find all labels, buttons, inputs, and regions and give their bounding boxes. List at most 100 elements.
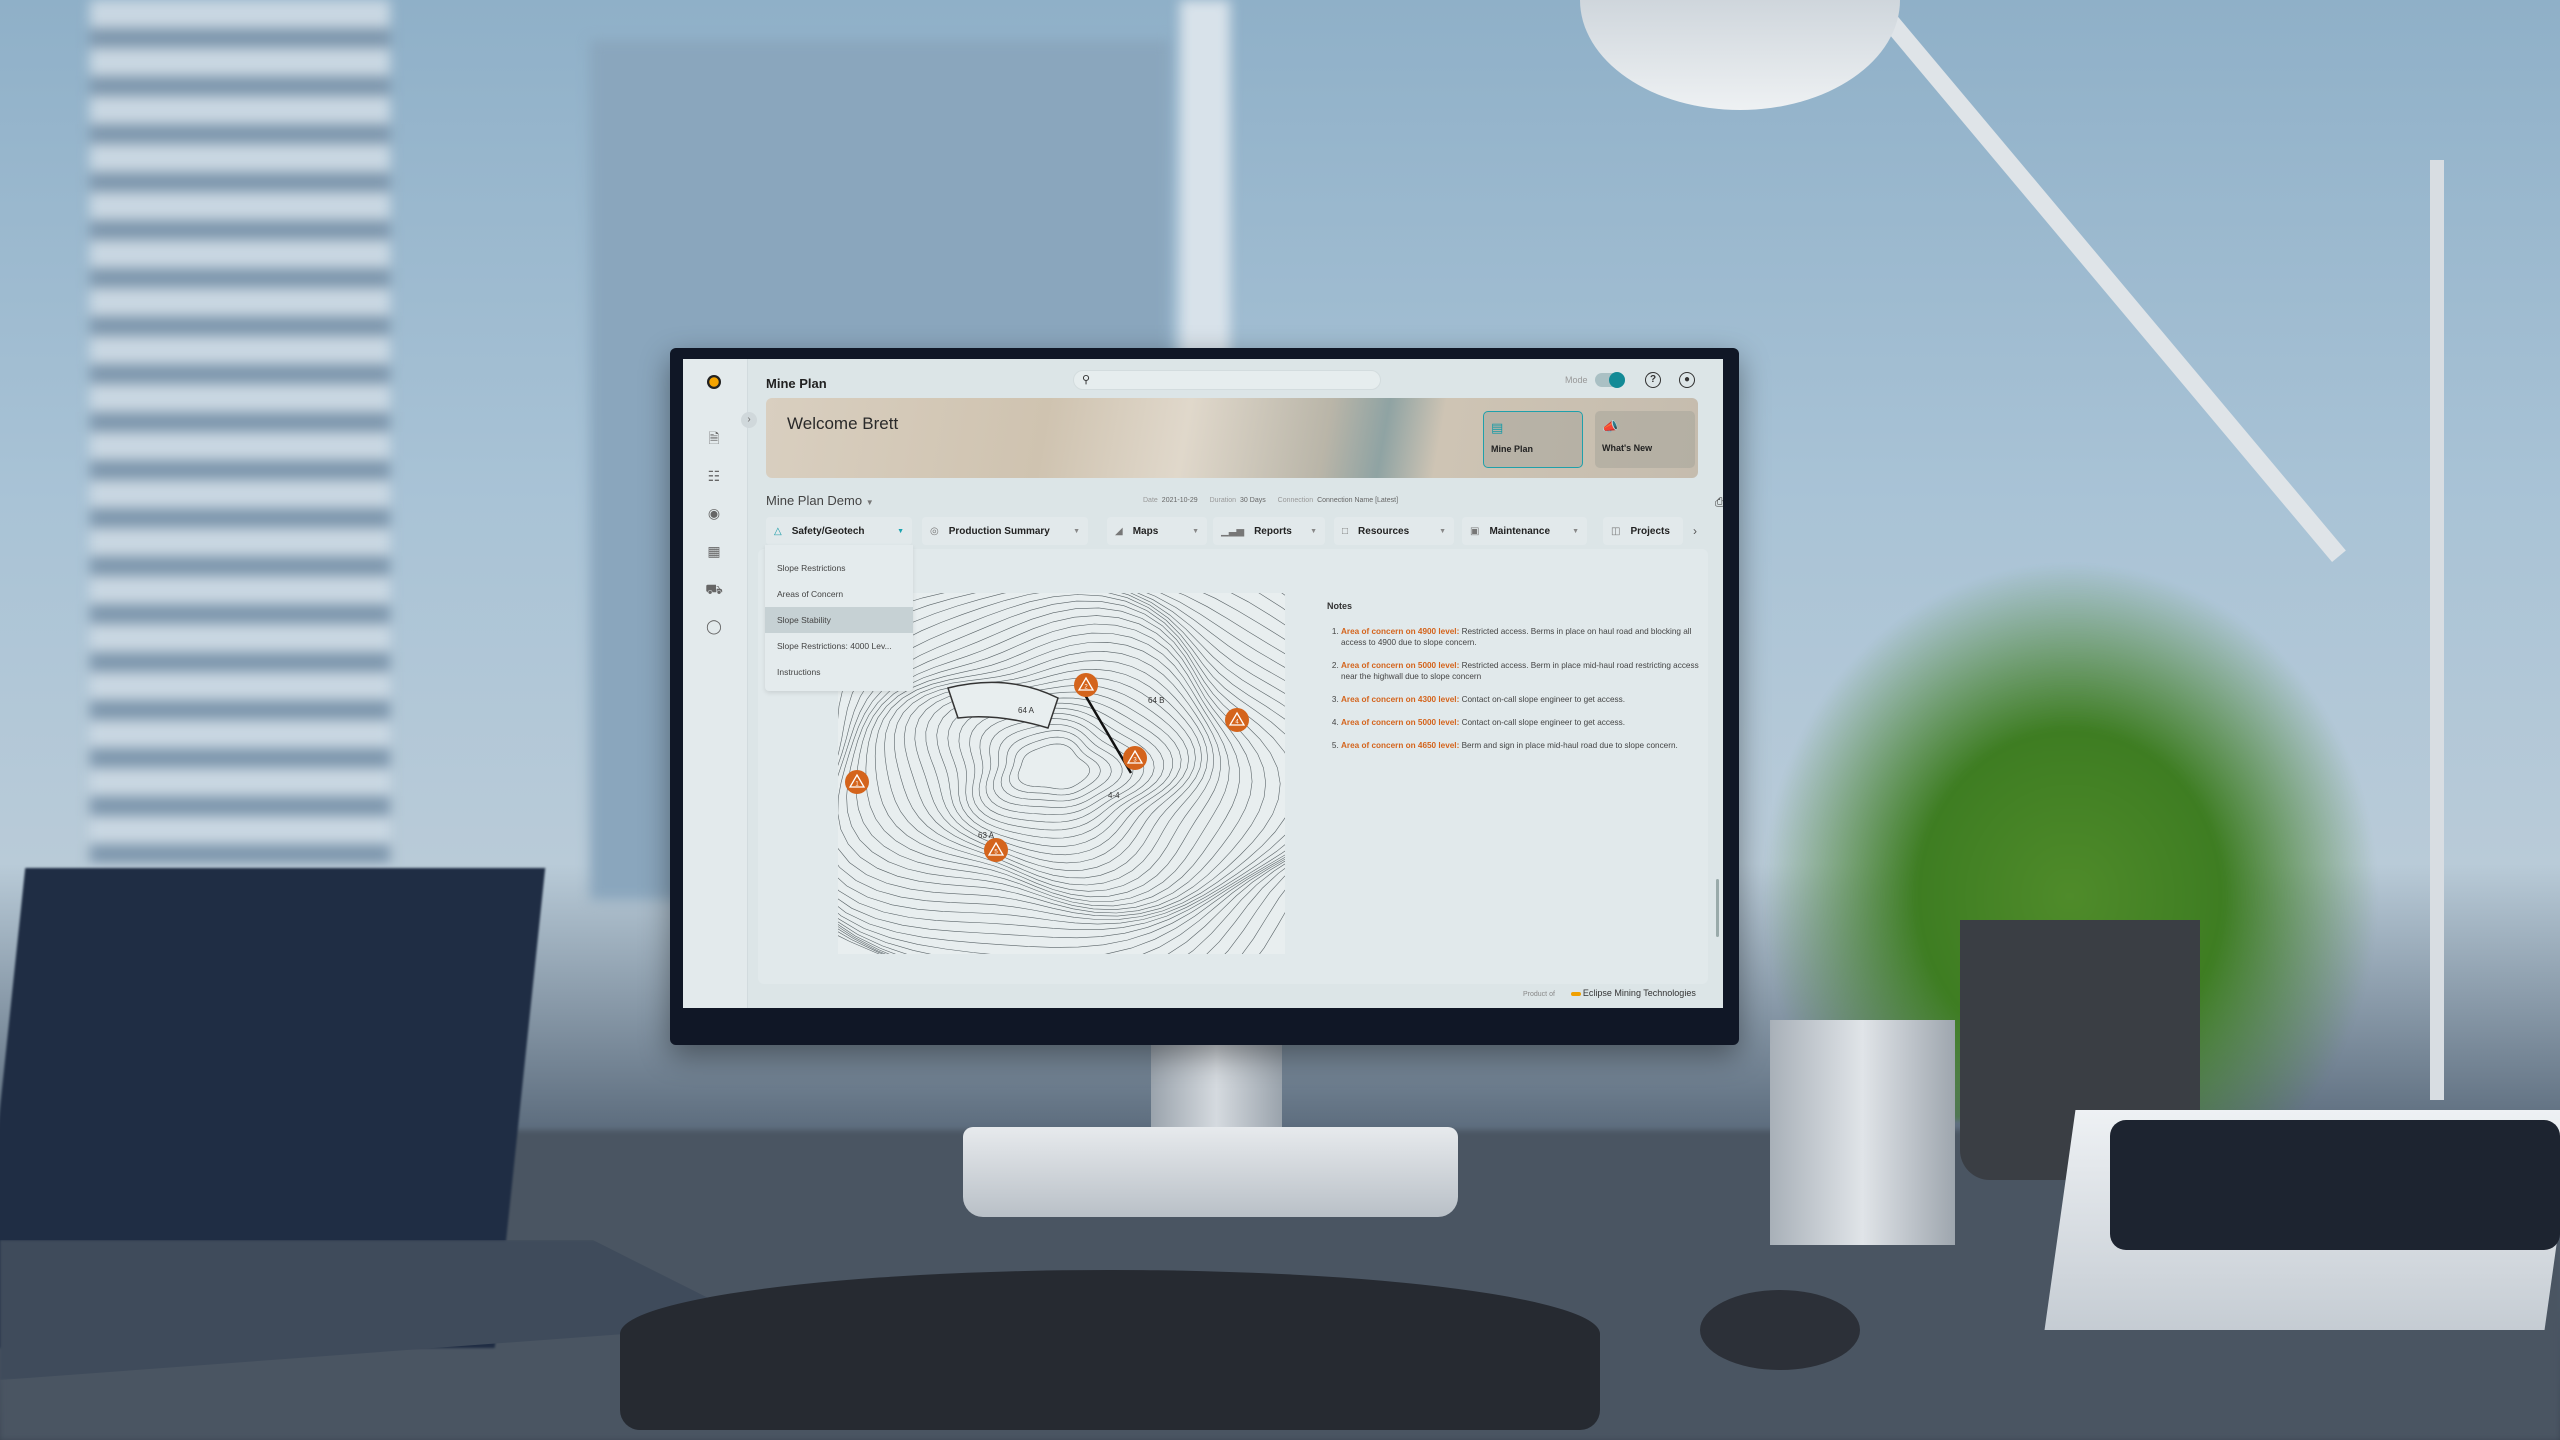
mouse [1700, 1290, 1860, 1370]
contour-line [947, 697, 1174, 847]
projects-icon: ◫ [1611, 525, 1621, 537]
printer-icon[interactable]: ⎙ [1715, 495, 1723, 510]
notes-list: Area of concern on 4900 level: Restricte… [1327, 626, 1707, 751]
warning-icon: △ [774, 525, 782, 537]
calendar-icon: ▣ [1470, 525, 1480, 537]
tab-safety-geotech[interactable]: △ Safety/Geotech ▼ [766, 517, 912, 545]
tabs-scroll-right-button[interactable]: › [1693, 524, 1697, 538]
ore-icon[interactable]: ◉ [705, 504, 723, 522]
connection-label: Connection [1277, 497, 1314, 504]
tab-reports[interactable]: ▁▃▅ Reports ▼ [1213, 517, 1325, 545]
map-label: 64 B [1148, 696, 1164, 705]
note-item: Area of concern on 4900 level: Restricte… [1341, 626, 1707, 648]
tab-production-summary[interactable]: ◎ Production Summary ▼ [922, 517, 1088, 545]
app-title: Mine Plan [766, 376, 827, 391]
search-icon: ⚲ [1082, 374, 1091, 386]
menu-item-instructions[interactable]: Instructions [765, 659, 913, 685]
contour-line [1000, 730, 1112, 802]
tab-label: Reports [1254, 525, 1292, 537]
document-icon: ▤ [1491, 420, 1504, 435]
document-search-icon[interactable]: 🗎 [705, 429, 723, 447]
project-name: Mine Plan Demo [766, 493, 863, 508]
building-left [90, 0, 390, 900]
note-item: Area of concern on 4300 level: Contact o… [1341, 694, 1707, 705]
duration-value: 30 Days [1240, 497, 1266, 504]
tab-label: Safety/Geotech [791, 525, 865, 537]
app-logo[interactable] [707, 375, 721, 389]
megaphone-icon: 📣 [1602, 419, 1619, 434]
search-input[interactable]: ⚲ [1073, 370, 1381, 390]
help-icon[interactable]: ? [1645, 372, 1661, 388]
map-icon: ◢ [1115, 525, 1123, 537]
note-key: Area of concern on 4300 level: [1341, 695, 1460, 704]
tab-maps[interactable]: ◢ Maps ▼ [1107, 517, 1207, 545]
contour-line [978, 712, 1145, 823]
hierarchy-icon[interactable]: ☷ [705, 467, 723, 485]
menu-item-slope-restrictions[interactable]: Slope Restrictions [765, 555, 913, 581]
footer: Product of Eclipse Mining Technologies [1523, 988, 1696, 998]
lightbulb-icon[interactable]: ◯ [705, 617, 723, 635]
brand-name: Eclipse Mining Technologies [1582, 988, 1696, 998]
date-value: 2021-10-29 [1161, 497, 1198, 504]
target-icon: ◎ [930, 525, 939, 537]
mine-plan-card[interactable]: ▤ Mine Plan [1483, 411, 1583, 468]
notes-title: Notes [1327, 601, 1353, 611]
haul-truck-icon[interactable]: ⛟ [705, 580, 723, 598]
card-label: Mine Plan [1491, 444, 1534, 454]
scrollbar[interactable] [1716, 879, 1719, 937]
monitor-base [963, 1127, 1458, 1217]
mode-label: Mode [1565, 375, 1588, 385]
notes-section: Notes Area of concern on 4900 level: Res… [1327, 600, 1707, 830]
note-key: Area of concern on 5000 level: [1341, 718, 1460, 727]
notebook [2110, 1120, 2560, 1250]
project-meta: Date 2021-10-29 Duration 30 Days Connectio… [1133, 497, 1398, 504]
contour-line [1009, 736, 1101, 796]
tab-label: Maps [1132, 525, 1159, 537]
tab-label: Production Summary [948, 525, 1050, 537]
note-item: Area of concern on 4650 level: Berm and … [1341, 740, 1707, 751]
eclipse-logo: Eclipse Mining Technologies [1570, 988, 1696, 998]
whats-new-card[interactable]: 📣 What's New [1595, 411, 1695, 468]
note-key: Area of concern on 4650 level: [1341, 741, 1460, 750]
tab-maintenance[interactable]: ▣ Maintenance ▼ [1462, 517, 1587, 545]
bar-chart-icon: ▁▃▅ [1221, 525, 1245, 537]
sidebar: 🗎 ☷ ◉ ▦ ⛟ ◯ [683, 359, 748, 1008]
pit-bench [947, 681, 1059, 729]
chevron-down-icon: ▼ [1073, 527, 1080, 535]
welcome-banner: Welcome Brett ▤ Mine Plan 📣 What's New [766, 398, 1698, 478]
welcome-text: Welcome Brett [787, 414, 899, 433]
menu-item-slope-stability[interactable]: Slope Stability [765, 607, 913, 633]
connection-value: Connection Name [Latest] [1317, 497, 1399, 504]
contour-line [865, 632, 1230, 902]
card-label: What's New [1602, 443, 1653, 453]
pen-holder [1770, 1020, 1955, 1245]
note-text: Contact on-call slope engineer to get ac… [1459, 695, 1625, 704]
contour-line [856, 623, 1240, 907]
safety-geotech-dropdown: Slope Restrictions Areas of Concern Slop… [765, 545, 913, 691]
tab-label: Resources [1358, 525, 1410, 537]
menu-item-areas-of-concern[interactable]: Areas of Concern [765, 581, 913, 607]
note-key: Area of concern on 5000 level: [1341, 661, 1460, 670]
note-item: Area of concern on 5000 level: Contact o… [1341, 717, 1707, 728]
project-selector[interactable]: Mine Plan Demo ▼ [766, 493, 874, 508]
note-item: Area of concern on 5000 level: Restricte… [1341, 660, 1707, 682]
app-screen: 🗎 ☷ ◉ ▦ ⛟ ◯ › Mine Plan ⚲ Mode ? ● Welco… [683, 359, 1723, 1008]
user-circle-icon[interactable]: ● [1679, 372, 1695, 388]
map-label: 64 A [1018, 706, 1035, 715]
tab-resources[interactable]: □ Resources ▼ [1334, 517, 1454, 545]
chevron-down-icon: ▼ [1439, 527, 1446, 535]
chevron-down-icon: ▼ [1310, 527, 1317, 535]
mine-map-icon[interactable]: ▦ [705, 542, 723, 560]
chevron-right-icon[interactable]: › [741, 412, 757, 428]
tab-label: Projects [1630, 525, 1670, 537]
mode-toggle[interactable] [1595, 372, 1625, 388]
menu-item-slope-restrictions-4000[interactable]: Slope Restrictions: 4000 Lev... [765, 633, 913, 659]
chevron-down-icon: ▼ [1192, 527, 1199, 535]
chevron-down-icon: ▼ [897, 527, 904, 535]
map-label: 4-4 [1108, 791, 1120, 800]
tab-projects[interactable]: ◫ Projects [1603, 517, 1683, 545]
file-icon: □ [1342, 525, 1349, 537]
tab-bar: △ Safety/Geotech ▼ ◎ Production Summary ▼ ◢ M… [766, 517, 1723, 545]
keyboard [620, 1270, 1600, 1430]
note-key: Area of concern on 4900 level: [1341, 627, 1460, 636]
